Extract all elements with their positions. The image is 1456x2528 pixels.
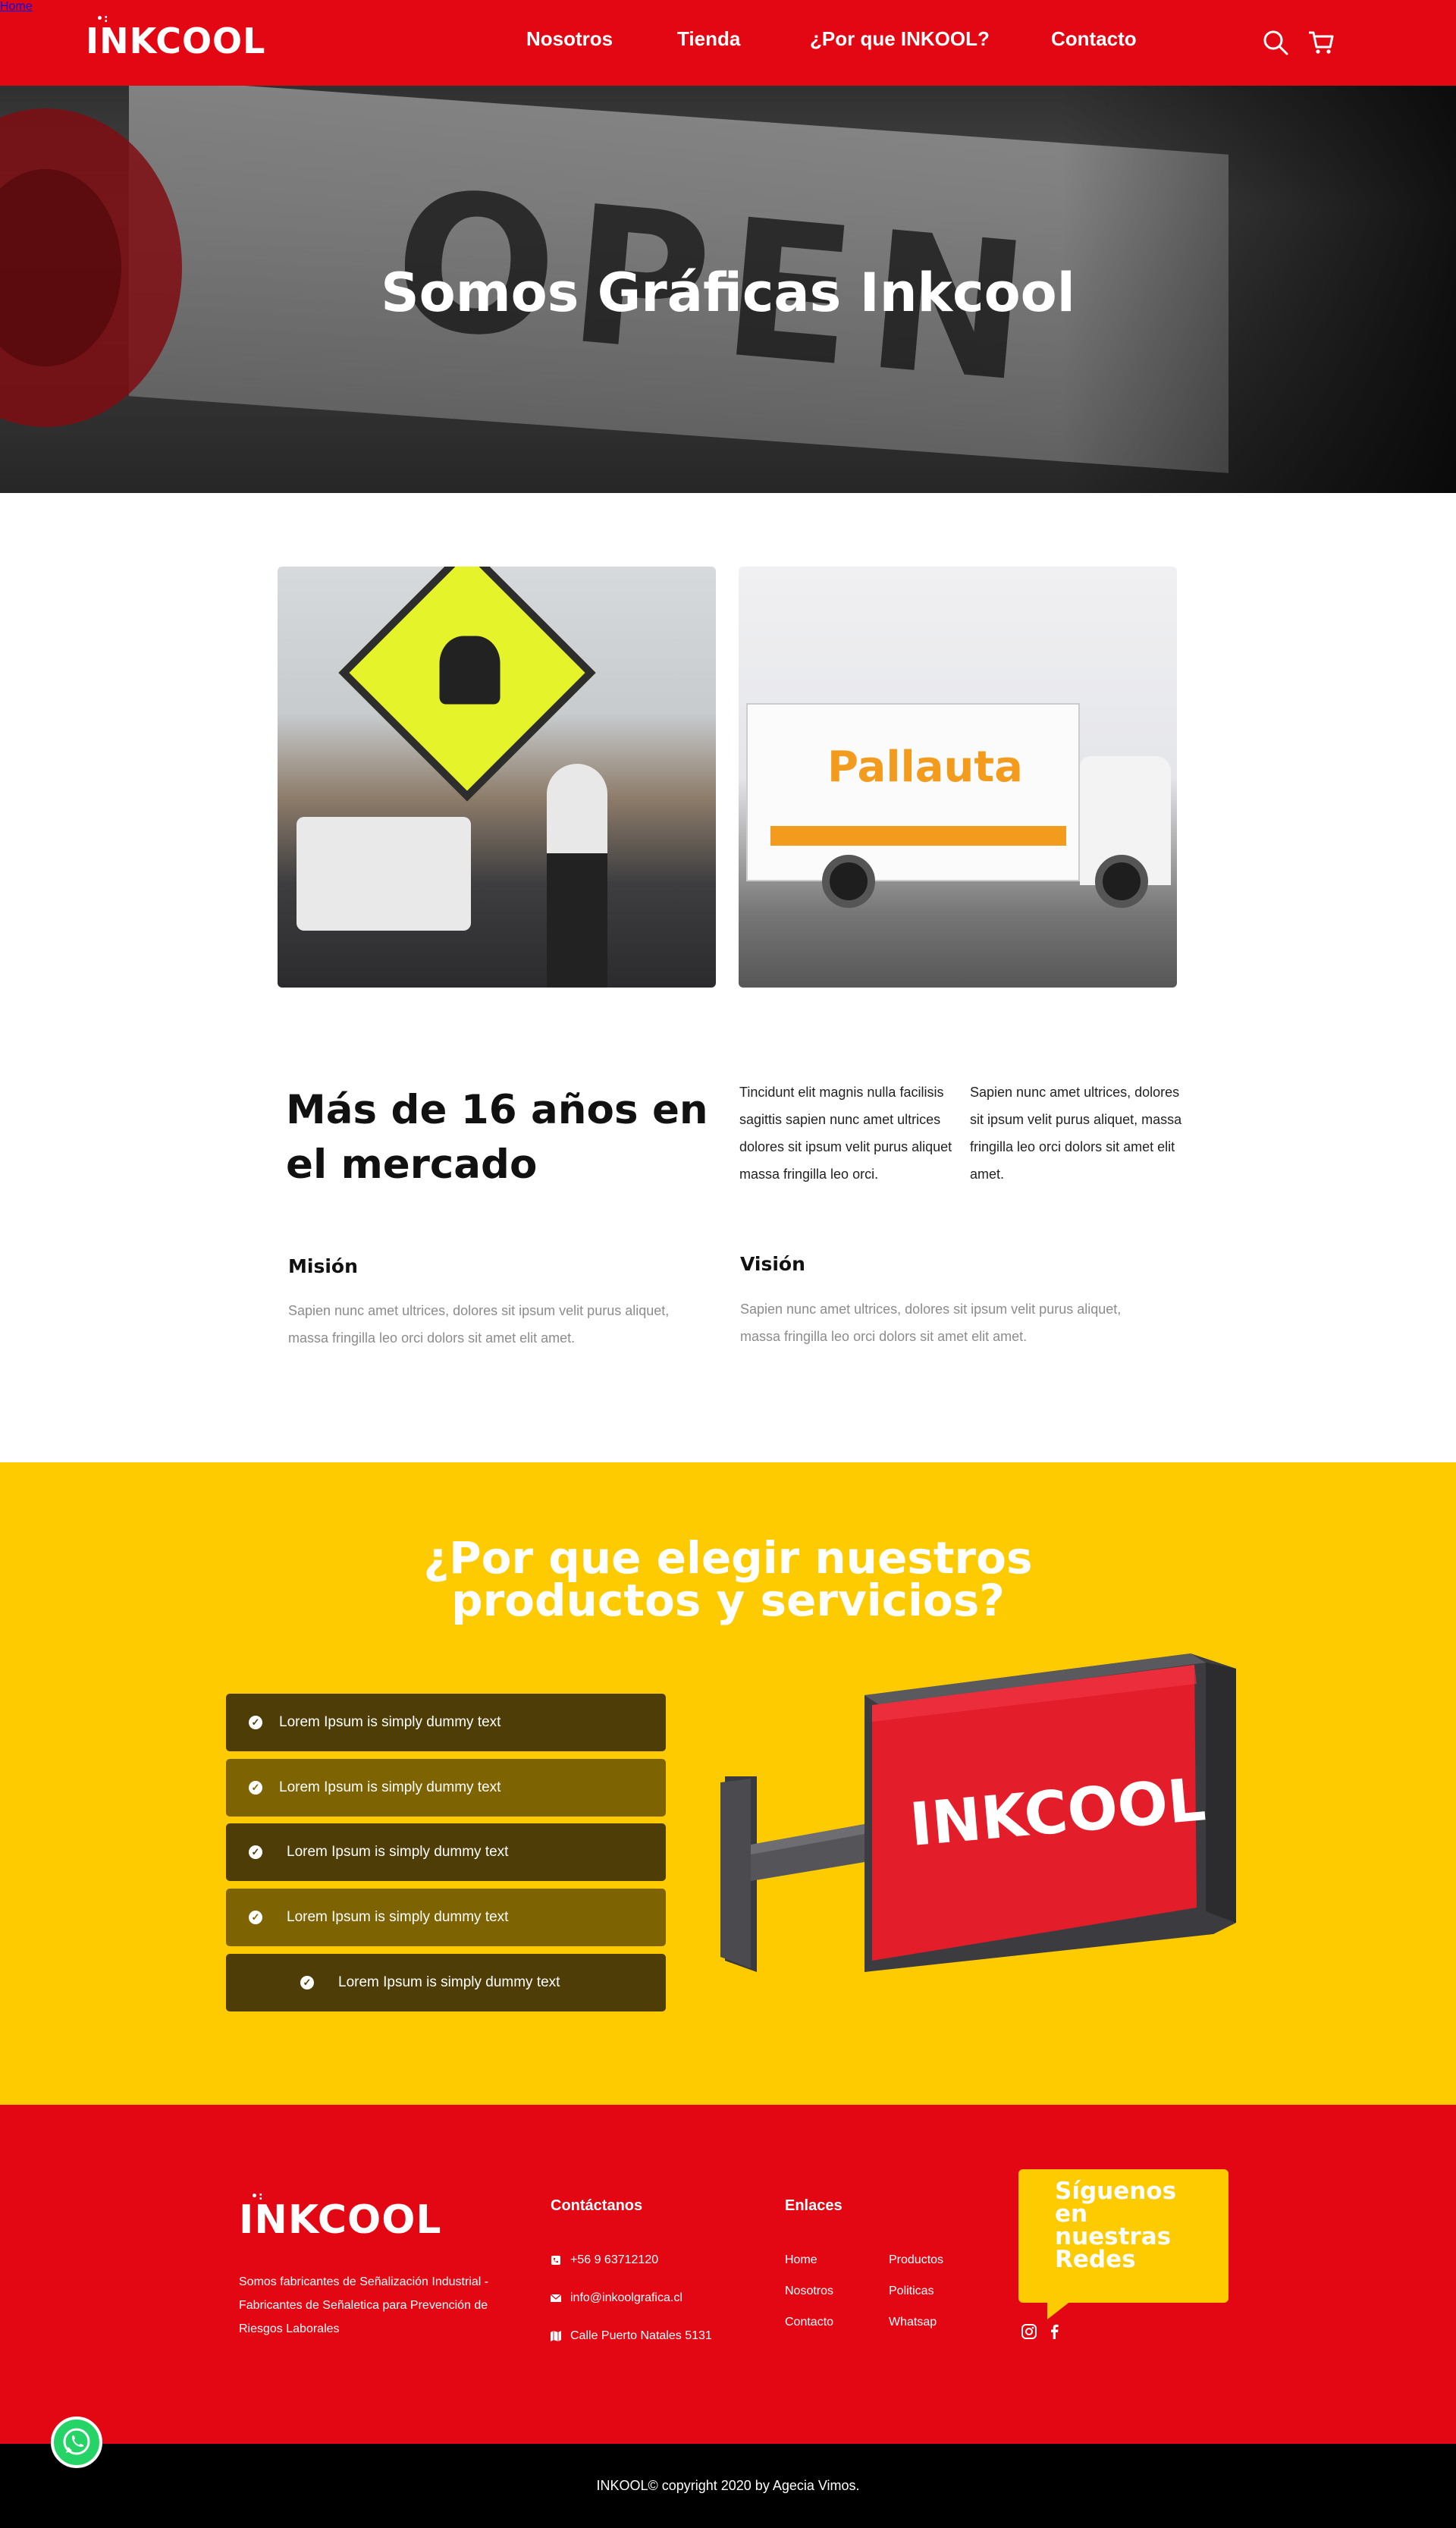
- nav-home[interactable]: Home: [0, 0, 33, 13]
- footer-logo-text: INKCOOL: [239, 2197, 442, 2243]
- whatsapp-float-button[interactable]: [51, 2417, 102, 2468]
- facebook-icon[interactable]: [1046, 2323, 1063, 2340]
- mision-title: Misión: [288, 1255, 358, 1277]
- whatsapp-icon: [63, 2428, 90, 2455]
- hero-title: Somos Gráficas Inkcool: [381, 262, 1075, 324]
- about-paragraph-2: Sapien nunc amet ultrices, dolores sit i…: [970, 1085, 1182, 1182]
- feature-item: ✓ Lorem Ipsum is simply dummy text: [226, 1823, 666, 1881]
- about-title: Más de 16 años en el mercado: [286, 1087, 708, 1188]
- site-footer: •: INKCOOL Somos fabricantes de Señaliza…: [0, 2105, 1456, 2444]
- check-circle-icon: ✓: [249, 1781, 262, 1795]
- footer-link-home[interactable]: Home: [785, 2253, 817, 2267]
- footer-link-politicas[interactable]: Politicas: [889, 2285, 934, 2298]
- vision-title: Visión: [740, 1253, 805, 1275]
- truck-wheel-icon: [822, 855, 875, 908]
- nav-contacto[interactable]: Contacto: [1051, 27, 1137, 51]
- logo-dots-icon: •:: [96, 13, 109, 25]
- logo-dots-icon: •:: [251, 2190, 264, 2203]
- follow-bubble: Síguenos en nuestras Redes: [1018, 2169, 1228, 2319]
- feature-text: Lorem Ipsum is simply dummy text: [287, 1909, 509, 1925]
- feature-item: ✓ Lorem Ipsum is simply dummy text: [226, 1889, 666, 1946]
- feature-text: Lorem Ipsum is simply dummy text: [287, 1844, 509, 1860]
- truck-wheel-icon: [1095, 855, 1148, 908]
- copyright-bar: INKOOL© copyright 2020 by Agecia Vimos.: [0, 2444, 1456, 2528]
- footer-link-contacto[interactable]: Contacto: [785, 2316, 833, 2329]
- contact-phone-text: +56 9 63712120: [570, 2253, 659, 2266]
- feature-text: Lorem Ipsum is simply dummy text: [279, 1714, 501, 1730]
- check-circle-icon: ✓: [300, 1976, 314, 1989]
- photo-pickup-truck: [297, 817, 471, 931]
- footer-link-whatsapp[interactable]: Whatsap: [889, 2316, 937, 2329]
- header-logo-text: INKCOOL: [86, 20, 266, 61]
- contact-phone[interactable]: +56 9 63712120: [551, 2253, 658, 2267]
- truck-cargo-box: Pallauta: [746, 703, 1080, 881]
- hero-banner: OPEN Somos Gráficas Inkcool: [0, 86, 1456, 493]
- footer-logo[interactable]: •: INKCOOL: [239, 2191, 442, 2244]
- site-header: •: INKCOOL Home Nosotros Tienda ¿Por que…: [0, 0, 1456, 86]
- cart-icon[interactable]: [1307, 29, 1335, 56]
- copyright-text: INKOOL© copyright 2020 by Agecia Vimos.: [596, 2478, 860, 2493]
- nav-por-que[interactable]: ¿Por que INKOOL?: [810, 27, 990, 51]
- photo-branded-truck: Pallauta: [739, 567, 1177, 988]
- mision-text: Sapien nunc amet ultrices, dolores sit i…: [288, 1303, 670, 1346]
- contact-email[interactable]: info@inkoolgrafica.cl: [551, 2291, 682, 2305]
- feature-item: ✓ Lorem Ipsum is simply dummy text: [226, 1759, 666, 1817]
- contact-address-text: Calle Puerto Natales 5131: [570, 2329, 712, 2342]
- nav-tienda[interactable]: Tienda: [677, 27, 740, 51]
- phone-icon: [551, 2256, 560, 2265]
- why-title: ¿Por que elegir nuestros productos y ser…: [423, 1532, 1033, 1626]
- contact-address[interactable]: Calle Puerto Natales 5131: [551, 2329, 712, 2343]
- truck-brand-text: Pallauta: [827, 743, 1023, 792]
- map-icon: [551, 2331, 561, 2341]
- about-paragraph-1: Tincidunt elit magnis nulla facilisis sa…: [739, 1085, 952, 1182]
- header-logo[interactable]: •: INKCOOL: [86, 14, 266, 62]
- instagram-icon[interactable]: [1021, 2323, 1037, 2340]
- feature-text: Lorem Ipsum is simply dummy text: [279, 1779, 501, 1795]
- main-nav: Home Nosotros Tienda ¿Por que INKOOL? Co…: [0, 0, 1456, 50]
- links-title: Enlaces: [785, 2197, 843, 2214]
- footer-description: Somos fabricantes de Señalización Indust…: [239, 2275, 489, 2335]
- vision-text: Sapien nunc amet ultrices, dolores sit i…: [740, 1302, 1122, 1344]
- feature-text: Lorem Ipsum is simply dummy text: [338, 1974, 560, 1990]
- search-icon[interactable]: [1262, 29, 1289, 56]
- footer-link-productos[interactable]: Productos: [889, 2253, 943, 2267]
- bubble-tail: [1047, 2298, 1075, 2319]
- check-circle-icon: ✓: [249, 1845, 262, 1859]
- envelope-icon: [551, 2294, 561, 2302]
- footer-link-nosotros[interactable]: Nosotros: [785, 2285, 833, 2298]
- feature-item: ✓ Lorem Ipsum is simply dummy text: [226, 1694, 666, 1751]
- feature-item: ✓ Lorem Ipsum is simply dummy text: [226, 1954, 666, 2011]
- follow-text: Síguenos en nuestras Redes: [1055, 2178, 1177, 2273]
- nav-nosotros[interactable]: Nosotros: [526, 27, 613, 51]
- worker-pictogram-icon: [439, 636, 500, 705]
- check-circle-icon: ✓: [249, 1911, 262, 1924]
- truck-orange-strip: [770, 826, 1066, 846]
- photo-person: [547, 764, 607, 988]
- contact-email-text: info@inkoolgrafica.cl: [570, 2291, 682, 2304]
- contact-title: Contáctanos: [551, 2197, 643, 2214]
- photo-road-sign: [278, 567, 716, 988]
- check-circle-icon: ✓: [249, 1716, 262, 1729]
- lightbox-sign-illustration: INKCOOL: [720, 1653, 1236, 1972]
- photo-worker-sign: [338, 567, 596, 802]
